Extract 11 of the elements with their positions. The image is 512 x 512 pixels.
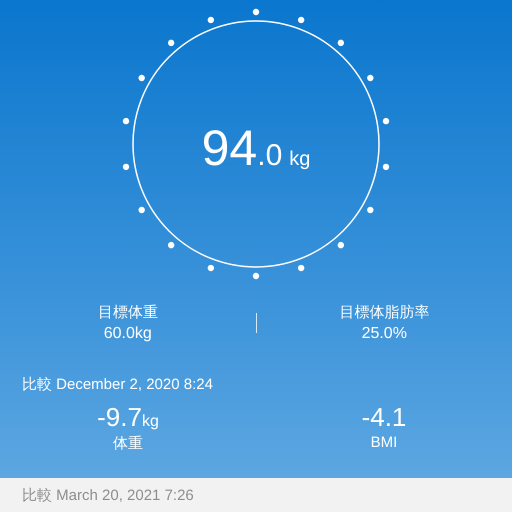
weight-reading: 94.0 kg xyxy=(202,119,310,177)
comparison-date: 比較 December 2, 2020 8:24 xyxy=(22,375,214,394)
delta-value: -4.1 xyxy=(362,402,406,433)
comparison-bar[interactable]: 比較 March 20, 2021 7:26 xyxy=(0,478,512,512)
delta-value: -9.7kg xyxy=(97,402,159,433)
delta-label: 体重 xyxy=(113,434,143,453)
goal-label: 目標体脂肪率 xyxy=(339,303,430,322)
goal-value: 60.0kg xyxy=(104,325,152,343)
delta-label: BMI xyxy=(370,434,398,451)
goal-value: 25.0% xyxy=(362,325,407,343)
goal-label: 目標体重 xyxy=(98,303,158,322)
